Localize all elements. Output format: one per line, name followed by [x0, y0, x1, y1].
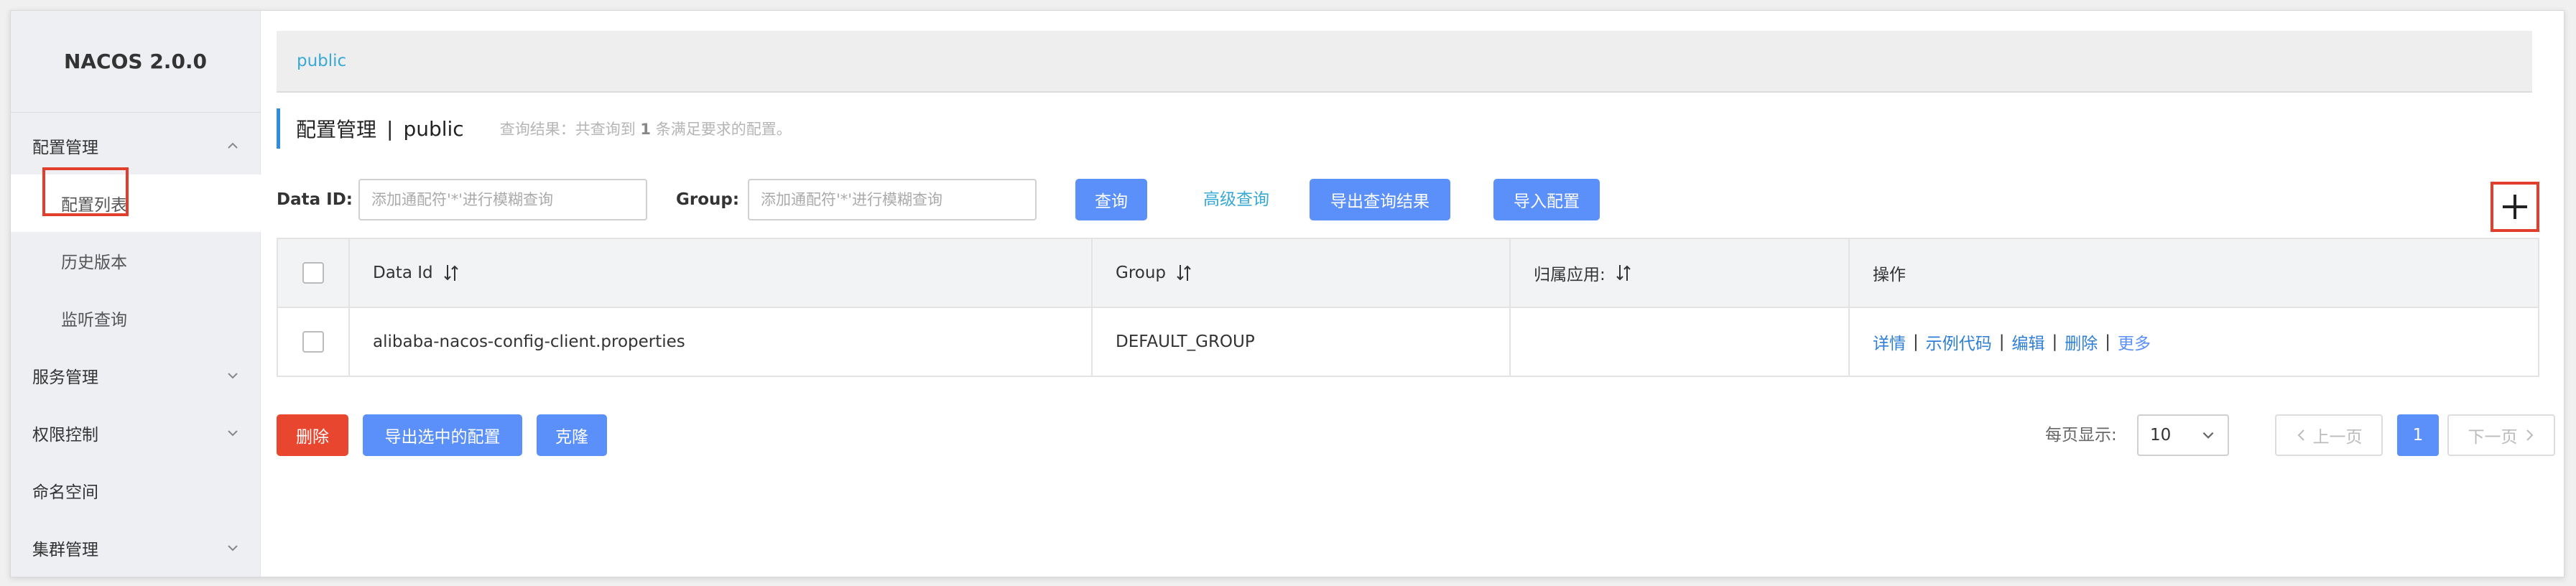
- search-bar: Data ID: Group: 查询 高级查询 导出查询结果 导入配置: [277, 179, 2503, 220]
- column-label: 操作: [1873, 266, 1906, 284]
- advanced-query-link[interactable]: 高级查询: [1203, 179, 1269, 220]
- more-link[interactable]: 更多: [2118, 330, 2151, 354]
- export-results-button[interactable]: 导出查询结果: [1310, 179, 1450, 220]
- page-size-select[interactable]: 10: [2137, 414, 2229, 456]
- config-table: Data Id Group 归属应用: 操作 alibaba-nacos-con…: [277, 238, 2539, 377]
- page-title-row: 配置管理 | public 查询结果：共查询到 1 条满足要求的配置。: [277, 108, 792, 149]
- breadcrumb: public: [277, 31, 2532, 93]
- cell-data-id: alibaba-nacos-config-client.properties: [350, 308, 1093, 376]
- chevron-down-icon: [2202, 432, 2214, 439]
- chevron-left-icon: [2297, 429, 2304, 441]
- row-checkbox[interactable]: [302, 331, 324, 353]
- sidebar-group-namespace[interactable]: 命名空间: [11, 462, 261, 519]
- highlight-box-config-list: [42, 167, 129, 216]
- data-id-label: Data ID:: [277, 190, 353, 209]
- group-label: Group:: [676, 190, 740, 209]
- page-title: 配置管理: [296, 118, 377, 141]
- next-page-button[interactable]: 下一页: [2447, 414, 2555, 456]
- cell-actions: 详情 | 示例代码 | 编辑 | 删除 | 更多: [1850, 308, 2538, 376]
- sidebar-item-listener[interactable]: 监听查询: [11, 289, 261, 347]
- group-input[interactable]: [748, 179, 1037, 220]
- clone-button[interactable]: 克隆: [537, 414, 607, 456]
- delete-button[interactable]: 删除: [277, 414, 348, 456]
- data-id-input[interactable]: [358, 179, 647, 220]
- sidebar-group-label: 配置管理: [32, 139, 98, 157]
- chevron-down-icon: [225, 368, 241, 383]
- sidebar-item-label: 历史版本: [61, 254, 127, 272]
- edit-link[interactable]: 编辑: [2012, 330, 2045, 354]
- column-label: Group: [1116, 264, 1167, 282]
- sidebar-group-label: 权限控制: [32, 426, 98, 445]
- result-prefix: 查询结果：共查询到: [499, 121, 636, 138]
- sample-code-link[interactable]: 示例代码: [1926, 330, 1992, 354]
- result-suffix: 条满足要求的配置。: [655, 121, 792, 138]
- sidebar-group-label: 服务管理: [32, 368, 98, 387]
- column-label: 归属应用:: [1534, 266, 1606, 284]
- sidebar-group-auth[interactable]: 权限控制: [11, 404, 261, 462]
- page-number-current[interactable]: 1: [2397, 414, 2439, 456]
- column-header-app[interactable]: 归属应用:: [1511, 239, 1850, 307]
- column-header-data-id[interactable]: Data Id: [350, 239, 1093, 307]
- header-checkbox-cell: [278, 239, 350, 307]
- result-count: 1: [640, 121, 652, 138]
- sidebar-group-label: 集群管理: [32, 541, 98, 559]
- sort-icon[interactable]: [443, 264, 459, 282]
- chevron-down-icon: [225, 540, 241, 556]
- prev-page-button[interactable]: 上一页: [2275, 414, 2383, 456]
- action-separator: |: [1913, 332, 1919, 351]
- add-config-button[interactable]: [2491, 182, 2539, 232]
- table-row: alibaba-nacos-config-client.properties D…: [278, 308, 2538, 376]
- sidebar-item-history[interactable]: 历史版本: [11, 232, 261, 289]
- action-separator: |: [2105, 332, 2111, 351]
- cell-app: [1511, 308, 1850, 376]
- row-checkbox-cell: [278, 308, 350, 376]
- app-window: NACOS 2.0.0 配置管理 配置列表 历史版本 监听查询 服务管理 权限控…: [10, 10, 2565, 577]
- plus-icon: [2503, 195, 2527, 219]
- main-content: public 配置管理 | public 查询结果：共查询到 1 条满足要求的配…: [261, 11, 2564, 577]
- sidebar-group-cluster[interactable]: 集群管理: [11, 519, 261, 577]
- prev-page-label: 上一页: [2312, 428, 2363, 447]
- import-config-button[interactable]: 导入配置: [1493, 179, 1600, 220]
- detail-link[interactable]: 详情: [1873, 330, 1906, 354]
- chevron-up-icon: [225, 138, 241, 154]
- cell-group: DEFAULT_GROUP: [1093, 308, 1511, 376]
- sidebar: NACOS 2.0.0 配置管理 配置列表 历史版本 监听查询 服务管理 权限控…: [11, 11, 261, 577]
- page-size-value: 10: [2150, 426, 2172, 445]
- action-separator: |: [1998, 332, 2005, 351]
- column-header-actions: 操作: [1850, 239, 2538, 307]
- sidebar-group-label: 命名空间: [32, 483, 98, 502]
- page-size-label: 每页显示:: [2045, 426, 2117, 445]
- column-header-group[interactable]: Group: [1093, 239, 1511, 307]
- query-result-summary: 查询结果：共查询到 1 条满足要求的配置。: [500, 118, 792, 139]
- table-footer: 删除 导出选中的配置 克隆 每页显示: 10 上一页 1 下一页: [277, 414, 2555, 456]
- sort-icon[interactable]: [1616, 264, 1631, 282]
- chevron-down-icon: [225, 425, 241, 441]
- chevron-right-icon: [2526, 429, 2533, 441]
- next-page-label: 下一页: [2468, 428, 2518, 447]
- delete-link[interactable]: 删除: [2065, 330, 2098, 354]
- title-separator: |: [386, 116, 394, 141]
- sidebar-group-config[interactable]: 配置管理: [11, 117, 261, 175]
- table-header: Data Id Group 归属应用: 操作: [278, 239, 2538, 308]
- sidebar-item-label: 监听查询: [61, 311, 127, 330]
- sidebar-group-service[interactable]: 服务管理: [11, 347, 261, 404]
- query-button[interactable]: 查询: [1075, 179, 1147, 220]
- export-selected-button[interactable]: 导出选中的配置: [363, 414, 522, 456]
- column-label: Data Id: [373, 264, 433, 282]
- title-namespace: public: [403, 116, 464, 141]
- app-title: NACOS 2.0.0: [11, 11, 260, 113]
- breadcrumb-namespace-link[interactable]: public: [297, 52, 346, 70]
- sort-icon[interactable]: [1176, 264, 1192, 282]
- select-all-checkbox[interactable]: [302, 262, 324, 284]
- action-separator: |: [2052, 332, 2058, 351]
